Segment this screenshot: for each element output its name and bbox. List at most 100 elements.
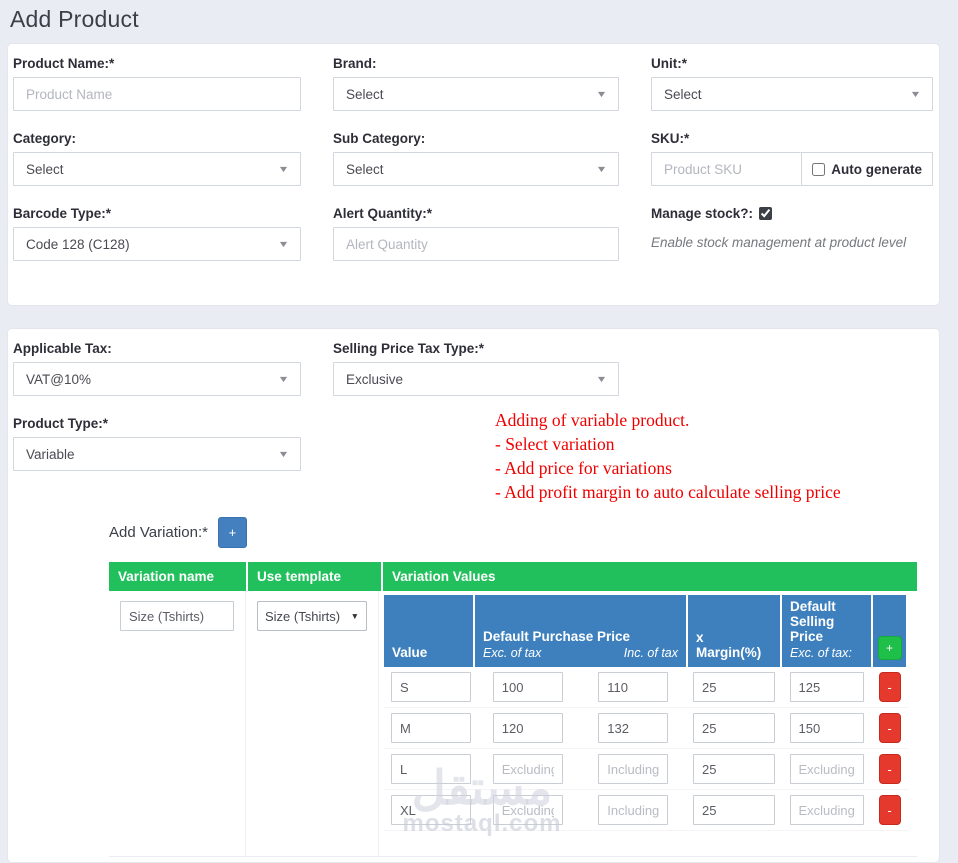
selling-price-tax-type-select-value: Exclusive [346, 372, 403, 387]
margin-input[interactable] [693, 795, 775, 825]
alert-quantity-input[interactable] [333, 227, 619, 261]
remove-row-button[interactable]: - [879, 795, 901, 825]
purchase-inc-input[interactable] [598, 754, 668, 784]
add-variation-label: Add Variation:* [109, 524, 208, 541]
annotation-line: - Add price for variations [495, 456, 841, 480]
unit-select-value: Select [664, 87, 702, 102]
applicable-tax-label: Applicable Tax: [13, 341, 301, 356]
chevron-down-icon: ▼ [278, 374, 290, 384]
purchase-exc-label: Exc. of tax [483, 646, 541, 660]
chevron-down-icon: ▼ [278, 239, 290, 249]
category-label: Category: [13, 131, 301, 146]
chevron-down-icon: ▼ [278, 449, 290, 459]
variation-name-header: Variation name [109, 562, 246, 591]
variation-values-cell: Value Default Purchase Price Exc. of tax… [379, 591, 917, 856]
category-select[interactable]: Select ▼ [13, 152, 301, 186]
selling-price-input[interactable] [790, 713, 864, 743]
selling-price-tax-type-select[interactable]: Exclusive ▼ [333, 362, 619, 396]
auto-generate-label: Auto generate [831, 162, 922, 177]
variation-values-header: Variation Values [383, 562, 917, 591]
barcode-type-select[interactable]: Code 128 (C128) ▼ [13, 227, 301, 261]
barcode-type-label: Barcode Type:* [13, 206, 301, 221]
sub-category-label: Sub Category: [333, 131, 619, 146]
sku-input[interactable] [651, 152, 801, 186]
remove-row-button[interactable]: - [879, 672, 901, 702]
barcode-type-group: Barcode Type:* Code 128 (C128) ▼ [13, 206, 301, 261]
barcode-type-select-value: Code 128 (C128) [26, 237, 130, 252]
add-row-cell: + [873, 595, 906, 667]
use-template-select[interactable]: Size (Tshirts) ▼ [257, 601, 367, 631]
sku-group: SKU:* Auto generate [651, 131, 933, 186]
sub-category-select[interactable]: Select ▼ [333, 152, 619, 186]
margin-input[interactable] [693, 713, 775, 743]
unit-group: Unit:* Select ▼ [651, 56, 933, 111]
annotation-line: - Add profit margin to auto calculate se… [495, 480, 841, 504]
sub-category-select-value: Select [346, 162, 384, 177]
purchase-exc-input[interactable] [493, 713, 563, 743]
variation-name-cell [109, 591, 246, 856]
auto-generate-checkbox[interactable] [812, 163, 825, 176]
page-title: Add Product [0, 0, 958, 43]
add-variation-button[interactable]: + [218, 517, 247, 548]
variation-value-input[interactable] [391, 795, 471, 825]
price-table: Value Default Purchase Price Exc. of tax… [384, 595, 908, 831]
purchase-inc-input[interactable] [598, 713, 668, 743]
chevron-down-icon: ▼ [910, 89, 922, 99]
purchase-inc-input[interactable] [598, 672, 668, 702]
unit-select[interactable]: Select ▼ [651, 77, 933, 111]
alert-quantity-group: Alert Quantity:* [333, 206, 619, 261]
brand-select-value: Select [346, 87, 384, 102]
product-type-select[interactable]: Variable ▼ [13, 437, 301, 471]
applicable-tax-select[interactable]: VAT@10% ▼ [13, 362, 301, 396]
variation-value-input[interactable] [391, 754, 471, 784]
chevron-down-icon: ▼ [596, 374, 608, 384]
purchase-inc-input[interactable] [598, 795, 668, 825]
sku-label: SKU:* [651, 131, 933, 146]
remove-row-button[interactable]: - [879, 713, 901, 743]
variation-value-input[interactable] [391, 713, 471, 743]
use-template-select-value: Size (Tshirts) [265, 609, 340, 624]
margin-input[interactable] [693, 672, 775, 702]
price-row: - [384, 749, 908, 790]
sub-category-group: Sub Category: Select ▼ [333, 131, 619, 186]
purchase-price-header: Default Purchase Price Exc. of tax Inc. … [475, 595, 686, 667]
variation-table: Variation name Use template Variation Va… [109, 562, 917, 857]
product-name-group: Product Name:* [13, 56, 301, 111]
manage-stock-checkbox[interactable] [759, 207, 772, 220]
use-template-cell: Size (Tshirts) ▼ [246, 591, 379, 856]
use-template-header: Use template [248, 562, 381, 591]
purchase-exc-input[interactable] [493, 672, 563, 702]
add-row-button[interactable]: + [878, 636, 902, 660]
product-type-label: Product Type:* [13, 416, 301, 431]
brand-select[interactable]: Select ▼ [333, 77, 619, 111]
variation-value-input[interactable] [391, 672, 471, 702]
chevron-down-icon: ▼ [278, 164, 290, 174]
chevron-down-icon: ▼ [596, 164, 608, 174]
selling-price-input[interactable] [790, 754, 864, 784]
annotation-line: Adding of variable product. [495, 408, 841, 432]
manage-stock-group: Manage stock?: Enable stock management a… [651, 206, 933, 250]
applicable-tax-select-value: VAT@10% [26, 372, 91, 387]
chevron-down-icon: ▼ [596, 89, 608, 99]
annotation-note: Adding of variable product. - Select var… [495, 408, 841, 504]
product-type-group: Product Type:* Variable ▼ [13, 416, 301, 471]
selling-price-input[interactable] [790, 795, 864, 825]
product-name-label: Product Name:* [13, 56, 301, 71]
selling-price-tax-type-label: Selling Price Tax Type:* [333, 341, 619, 356]
margin-input[interactable] [693, 754, 775, 784]
product-info-card: Product Name:* Brand: Select ▼ Unit:* Se… [7, 43, 940, 306]
category-group: Category: Select ▼ [13, 131, 301, 186]
margin-header: x Margin(%) [688, 595, 780, 667]
tax-variation-card: Applicable Tax: VAT@10% ▼ Selling Price … [7, 328, 940, 863]
remove-row-button[interactable]: - [879, 754, 901, 784]
purchase-exc-input[interactable] [493, 795, 563, 825]
price-row: - [384, 708, 908, 749]
selling-price-input[interactable] [790, 672, 864, 702]
alert-quantity-label: Alert Quantity:* [333, 206, 619, 221]
product-name-input[interactable] [13, 77, 301, 111]
variation-name-input[interactable] [120, 601, 234, 631]
auto-generate-addon: Auto generate [801, 152, 933, 186]
price-row: - [384, 667, 908, 708]
purchase-exc-input[interactable] [493, 754, 563, 784]
manage-stock-hint: Enable stock management at product level [651, 235, 933, 250]
